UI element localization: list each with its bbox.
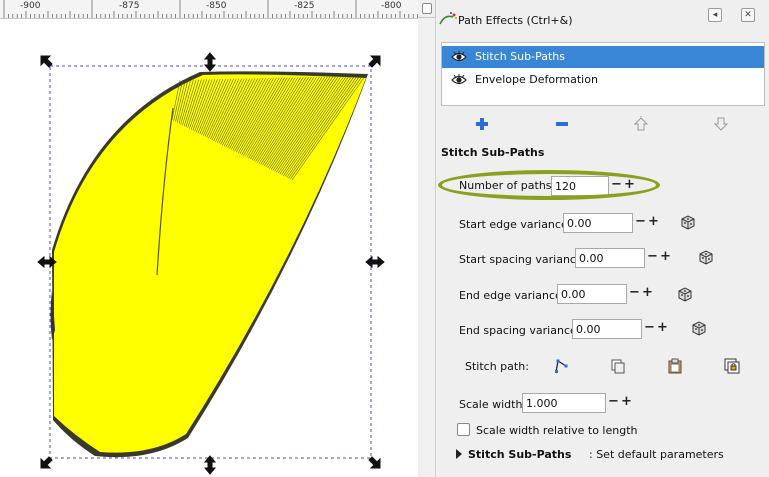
end-edge-variance-value: 0.00 — [561, 288, 586, 301]
start-spacing-variance-value: 0.00 — [579, 252, 604, 265]
expander-arrow-icon[interactable] — [456, 449, 462, 459]
randomize-icon[interactable] — [698, 249, 714, 265]
effect-label: Envelope Deformation — [475, 73, 598, 86]
scale-width-input[interactable]: 1.000 — [522, 393, 606, 413]
copy-icon[interactable] — [610, 358, 626, 374]
end-spacing-variance-input[interactable]: 0.00 — [572, 319, 642, 339]
effect-label: Stitch Sub-Paths — [475, 50, 565, 63]
eye-icon[interactable] — [451, 50, 467, 64]
increment-button[interactable]: + — [647, 213, 660, 231]
dialog-collapse-button[interactable] — [418, 0, 436, 18]
handle-ne — [368, 55, 381, 68]
randomize-icon[interactable] — [680, 214, 696, 230]
drawing-svg[interactable] — [0, 0, 418, 477]
path-effects-dialog: Path Effects (Ctrl+&) ◂ ✕ Stitch Sub-Pat… — [436, 0, 769, 477]
decrement-button[interactable]: − — [607, 393, 620, 411]
start-edge-variance-stepper[interactable]: − + — [634, 213, 660, 233]
close-icon[interactable]: ✕ — [741, 8, 755, 22]
ruler-label: -850 — [206, 1, 227, 11]
path-effects-icon — [439, 12, 457, 25]
number-of-paths-label: Number of paths: — [459, 179, 556, 192]
ruler-label: -900 — [20, 1, 41, 11]
dialog-title: Path Effects (Ctrl+&) — [458, 14, 573, 27]
eye-icon[interactable] — [451, 73, 467, 87]
effect-item-envelope-deformation[interactable]: Envelope Deformation — [442, 69, 764, 91]
end-edge-variance-stepper[interactable]: − + — [628, 284, 654, 304]
dialog-header: Path Effects (Ctrl+&) ◂ ✕ — [436, 0, 769, 32]
ruler-label: -825 — [294, 1, 315, 11]
default-params-expander-title[interactable]: Stitch Sub-Paths — [468, 448, 571, 461]
horizontal-ruler[interactable]: -900 -875 -850 -825 -800 — [0, 0, 418, 19]
start-edge-variance-value: 0.00 — [567, 217, 592, 230]
number-of-paths-input[interactable]: 120 — [551, 176, 609, 196]
arrow-down-icon[interactable] — [712, 116, 730, 132]
scale-width-stepper[interactable]: − + — [607, 393, 633, 413]
start-spacing-variance-input[interactable]: 0.00 — [575, 248, 645, 268]
start-edge-variance-input[interactable]: 0.00 — [563, 213, 633, 233]
increment-button[interactable]: + — [623, 176, 636, 194]
handle-n — [203, 52, 217, 72]
ruler-label: -800 — [381, 1, 402, 11]
plus-icon[interactable] — [473, 116, 491, 132]
decrement-button[interactable]: − — [634, 213, 647, 231]
start-spacing-variance-label: Start spacing variance: — [459, 253, 587, 266]
decrement-button[interactable]: − — [628, 284, 641, 302]
scale-width-label: Scale width: — [459, 398, 527, 411]
panel-separator[interactable] — [418, 18, 436, 477]
end-edge-variance-label: End edge variance: — [459, 289, 566, 302]
stitch-path-label: Stitch path: — [465, 360, 529, 373]
minus-icon[interactable] — [553, 116, 571, 132]
scale-relative-checkbox[interactable] — [457, 423, 470, 436]
effect-item-stitch-sub-paths[interactable]: Stitch Sub-Paths — [442, 46, 764, 68]
handle-nw — [40, 55, 53, 68]
handle-se — [368, 456, 381, 469]
end-edge-variance-input[interactable]: 0.00 — [557, 284, 627, 304]
arrow-up-icon[interactable] — [632, 116, 650, 132]
handle-e — [365, 255, 385, 269]
increment-button[interactable]: + — [659, 248, 672, 266]
ruler-label: -875 — [119, 1, 140, 11]
number-of-paths-stepper[interactable]: − + — [610, 176, 636, 196]
decrement-button[interactable]: − — [610, 176, 623, 194]
section-title: Stitch Sub-Paths — [441, 146, 545, 159]
randomize-icon[interactable] — [677, 286, 693, 302]
decrement-button[interactable]: − — [643, 319, 656, 337]
decrement-button[interactable]: − — [646, 248, 659, 266]
increment-button[interactable]: + — [620, 393, 633, 411]
handle-s — [203, 455, 217, 475]
number-of-paths-value: 120 — [555, 180, 576, 193]
default-params-expander-text[interactable]: : Set default parameters — [589, 448, 724, 461]
canvas-area[interactable]: -900 -875 -850 -825 -800 — [0, 0, 418, 477]
dock-icon[interactable]: ◂ — [708, 8, 722, 22]
start-spacing-variance-stepper[interactable]: − + — [646, 248, 672, 268]
handle-sw — [40, 456, 53, 469]
start-edge-variance-label: Start edge variance: — [459, 218, 572, 231]
randomize-icon[interactable] — [691, 320, 707, 336]
increment-button[interactable]: + — [641, 284, 654, 302]
link-to-path-icon[interactable] — [724, 358, 740, 374]
end-spacing-variance-stepper[interactable]: − + — [643, 319, 669, 339]
end-spacing-variance-label: End spacing variance: — [459, 324, 581, 337]
scale-width-value: 1.000 — [526, 397, 558, 410]
edit-on-canvas-icon[interactable] — [553, 358, 569, 374]
increment-button[interactable]: + — [656, 319, 669, 337]
effect-list[interactable]: Stitch Sub-Paths Envelope Deformation — [441, 42, 765, 106]
scale-relative-label[interactable]: Scale width relative to length — [476, 424, 638, 437]
paste-icon[interactable] — [667, 358, 683, 374]
end-spacing-variance-value: 0.00 — [576, 323, 601, 336]
